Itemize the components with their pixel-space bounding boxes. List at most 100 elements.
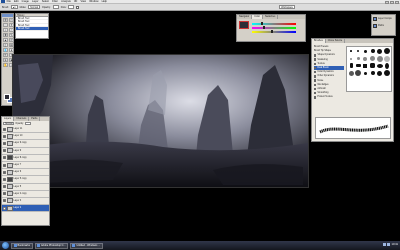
move-tool-icon[interactable]: ✥ (3, 18, 8, 22)
brush-tip[interactable] (383, 70, 390, 77)
checkbox[interactable] (314, 83, 317, 86)
visibility-eye-icon[interactable]: ◉ (2, 192, 6, 196)
menu-window[interactable]: Window (88, 0, 100, 3)
hand-tool-icon[interactable]: ✋ (3, 63, 8, 67)
brush-tip[interactable] (376, 48, 383, 55)
network-icon[interactable] (382, 242, 386, 246)
taskbar-item[interactable]: Untitled - Windows ... (69, 242, 103, 249)
visibility-eye-icon[interactable]: ◉ (2, 185, 6, 189)
menu-edit[interactable]: Edit (12, 0, 20, 3)
red-slider[interactable] (252, 23, 296, 25)
brush-tip[interactable] (348, 48, 355, 55)
tab-paths[interactable]: Paths (29, 117, 41, 121)
tab-navigator[interactable]: Navigator (237, 15, 253, 19)
pen-tool-icon[interactable]: ✒ (3, 53, 8, 57)
magic-wand-tool-icon[interactable]: ✦ (9, 23, 14, 27)
dodge-tool-icon[interactable]: ● (9, 48, 14, 52)
visibility-eye-icon[interactable]: ◉ (2, 156, 6, 160)
brush-preset-picker[interactable]: ●▾ (10, 5, 18, 9)
checkbox[interactable] (314, 96, 317, 99)
visibility-eye-icon[interactable]: ◉ (2, 177, 6, 181)
paths-button[interactable]: Paths (372, 22, 395, 29)
brush-tip[interactable] (376, 62, 383, 69)
foreground-color-swatch[interactable] (4, 94, 10, 100)
brush-tip[interactable] (369, 48, 376, 55)
tab-color[interactable]: Color (252, 15, 263, 19)
clock[interactable]: 10:41 (392, 243, 399, 246)
workspace-select[interactable]: Workspace (279, 5, 295, 9)
layer-row[interactable]: ◉ Layer 4 copy (2, 191, 49, 198)
airbrush-toggle[interactable] (76, 5, 80, 9)
tab-channels[interactable]: Channels (14, 117, 30, 121)
layer-row[interactable]: ◉ Layer 7 (2, 162, 49, 170)
taskbar-item[interactable]: Bookmarks (11, 242, 33, 249)
volume-icon[interactable] (387, 242, 390, 246)
marquee-tool-icon[interactable]: ▭ (9, 18, 14, 22)
layer-row-selected[interactable]: ◉ Layer 2 (2, 205, 49, 213)
layer-row[interactable]: ◉ Layer 5 (2, 184, 49, 191)
brush-tip[interactable] (376, 55, 383, 62)
stamp-tool-icon[interactable]: ▲ (3, 38, 8, 42)
layer-row[interactable]: ◉ Layer 9 (2, 148, 49, 155)
checkbox[interactable] (314, 66, 317, 70)
flow-input[interactable] (68, 5, 75, 9)
brush-tip[interactable] (355, 62, 362, 69)
color-swatch-preview[interactable] (239, 21, 249, 29)
tab-swatches[interactable]: Swatches (263, 15, 279, 19)
history-step-current[interactable]: Brush Tool (16, 27, 48, 31)
menu-image[interactable]: Image (20, 0, 30, 3)
checkbox[interactable] (314, 71, 317, 74)
checkbox[interactable] (314, 58, 317, 61)
brush-tip[interactable] (383, 48, 390, 55)
tab-layers[interactable]: Layers (2, 117, 15, 121)
visibility-eye-icon[interactable]: ◉ (2, 163, 6, 167)
brush-tip[interactable] (369, 55, 376, 62)
brush-tip[interactable] (355, 70, 362, 77)
menu-analysis[interactable]: Analysis (60, 0, 73, 3)
brush-tip[interactable] (355, 55, 362, 62)
slice-tool-icon[interactable]: ⁄ (9, 28, 14, 32)
brush-tip[interactable] (383, 62, 390, 69)
document-canvas[interactable] (12, 54, 309, 188)
layer-row[interactable]: ◉ Layer 8 copy (2, 155, 49, 162)
visibility-eye-icon[interactable]: ◉ (2, 199, 6, 203)
brush-tip[interactable] (376, 70, 383, 77)
tab-clone-source[interactable]: Clone Source (326, 39, 346, 43)
layer-row[interactable]: ◉ Layer 3 (2, 198, 49, 206)
layer-row[interactable]: ◉ Layer 6 (2, 169, 49, 177)
visibility-eye-icon[interactable]: ◉ (2, 134, 6, 138)
visibility-eye-icon[interactable]: ◉ (2, 170, 6, 174)
checkbox[interactable] (314, 87, 317, 91)
brush-tip[interactable] (369, 62, 376, 69)
taskbar-item[interactable]: Adobe Photoshop C... (34, 242, 68, 249)
brush-tip[interactable] (348, 62, 355, 69)
brush-tip[interactable] (362, 48, 369, 55)
brush-tip[interactable] (362, 55, 369, 62)
blur-tool-icon[interactable]: 💧 (3, 48, 8, 52)
lasso-tool-icon[interactable]: ◌ (3, 23, 8, 27)
checkbox[interactable] (314, 79, 317, 82)
path-select-icon[interactable]: ➤ (3, 58, 8, 62)
brush-tip[interactable] (362, 62, 369, 69)
blend-mode-select[interactable]: Normal (3, 121, 15, 126)
opacity-input[interactable] (52, 5, 59, 9)
healing-tool-icon[interactable]: ✚ (3, 33, 8, 37)
crop-tool-icon[interactable]: ⌗ (3, 28, 8, 32)
visibility-eye-icon[interactable]: ◉ (2, 149, 6, 153)
blue-slider-handle[interactable] (271, 30, 273, 33)
layer-row[interactable]: ◉ Layer 10 (2, 133, 49, 141)
checkbox[interactable] (314, 54, 317, 57)
brush-tool-icon[interactable]: ✎ (9, 33, 14, 37)
green-slider[interactable] (252, 27, 296, 29)
mode-select[interactable]: Normal (28, 5, 40, 9)
layer-row[interactable]: ◉ Layer 5 copy (2, 176, 49, 184)
brush-tip[interactable] (369, 70, 376, 77)
checkbox[interactable] (314, 62, 317, 66)
tab-brushes[interactable]: Brushes (312, 39, 326, 43)
start-button[interactable] (2, 242, 9, 249)
visibility-eye-icon[interactable]: ◉ (2, 127, 6, 131)
brush-tip[interactable] (348, 55, 355, 62)
checkbox[interactable] (314, 75, 317, 78)
history-brush-icon[interactable]: ↺ (9, 38, 14, 42)
checkbox[interactable] (314, 91, 317, 95)
